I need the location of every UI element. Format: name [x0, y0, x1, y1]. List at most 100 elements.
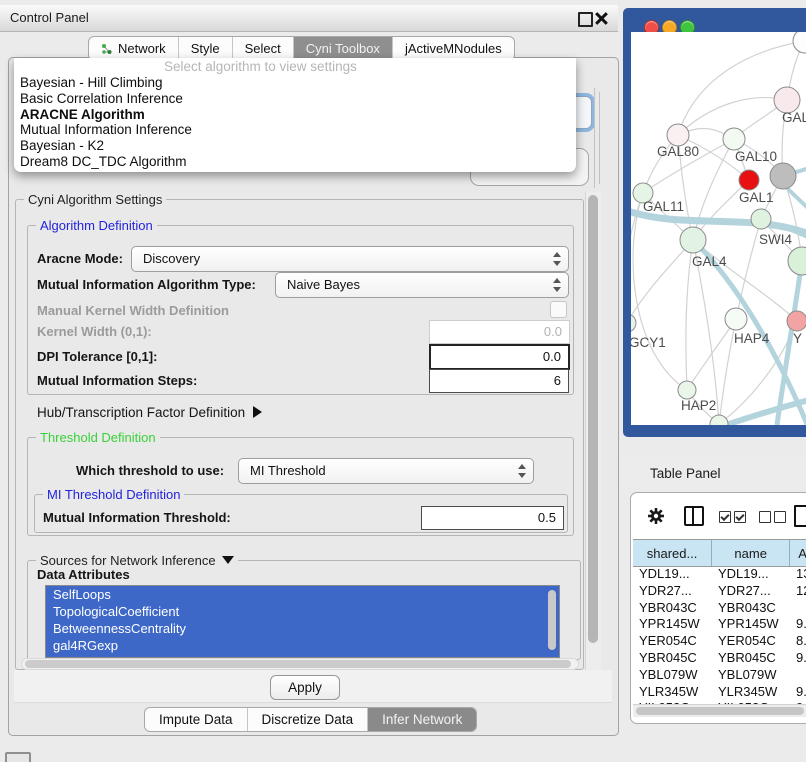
- table-cell[interactable]: YPR145W: [712, 616, 790, 633]
- kernel-width-input[interactable]: 0.0: [429, 320, 570, 344]
- dropdown-item[interactable]: Mutual Information Inference: [14, 122, 576, 138]
- network-view-window[interactable]: GALGAL80GAL10GAL1GAL11SWI4GAL4GCY1HAP4YH…: [623, 8, 806, 437]
- table-cell[interactable]: 9.: [790, 684, 806, 701]
- data-attributes-list[interactable]: SelfLoops TopologicalCoefficient Between…: [45, 585, 560, 658]
- table-row[interactable]: YER054CYER054C8.: [633, 633, 806, 650]
- mi-steps-input[interactable]: 6: [429, 369, 569, 393]
- network-node[interactable]: [788, 247, 806, 275]
- tab-discretize-data[interactable]: Discretize Data: [248, 708, 369, 731]
- column-header-name[interactable]: name: [712, 540, 790, 566]
- column-header-partial[interactable]: A: [790, 540, 806, 566]
- unchecked-box-icon[interactable]: [759, 511, 771, 523]
- table-horizontal-scrollbar[interactable]: [633, 704, 806, 717]
- network-node[interactable]: [787, 311, 806, 331]
- table-cell[interactable]: YBR045C: [633, 650, 712, 667]
- unchecked-box-icon[interactable]: [774, 511, 786, 523]
- table-cell[interactable]: 12: [790, 583, 806, 600]
- mi-type-select[interactable]: Naive Bayes: [275, 272, 569, 298]
- table-cell[interactable]: YLR345W: [633, 684, 712, 701]
- group-border-line: [594, 88, 595, 188]
- table-cell[interactable]: 9.: [790, 616, 806, 633]
- column-header-shared-name[interactable]: shared...: [633, 540, 712, 566]
- split-panel-icon[interactable]: [684, 506, 704, 526]
- settings-horizontal-scrollbar[interactable]: [21, 658, 579, 670]
- table-row[interactable]: YBR043CYBR043C: [633, 600, 806, 617]
- network-node[interactable]: [631, 314, 636, 332]
- network-canvas[interactable]: GALGAL80GAL10GAL1GAL11SWI4GAL4GCY1HAP4YH…: [631, 32, 806, 425]
- table-cell[interactable]: YBL079W: [712, 667, 790, 684]
- table-cell[interactable]: YLR345W: [712, 684, 790, 701]
- close-icon[interactable]: [595, 12, 606, 23]
- tab-cyni-toolbox[interactable]: Cyni Toolbox: [294, 37, 393, 60]
- hub-definition-toggle[interactable]: Hub/Transcription Factor Definition: [37, 405, 262, 420]
- sources-legend[interactable]: Sources for Network Inference: [36, 553, 238, 568]
- mi-threshold-input[interactable]: 0.5: [421, 506, 564, 530]
- tab-network[interactable]: Network: [89, 37, 179, 60]
- network-node[interactable]: [667, 124, 689, 146]
- dropdown-item[interactable]: Bayesian - K2: [14, 138, 576, 154]
- table-row[interactable]: YLR345WYLR345W9.: [633, 684, 806, 701]
- table-cell[interactable]: YPR145W: [633, 616, 712, 633]
- tab-impute-data[interactable]: Impute Data: [145, 708, 248, 731]
- dropdown-item-selected[interactable]: ARACNE Algorithm: [14, 107, 576, 123]
- checked-box-icon[interactable]: [719, 511, 731, 523]
- table-cell[interactable]: YDR27...: [712, 583, 790, 600]
- scrollbar-thumb[interactable]: [588, 195, 598, 643]
- float-window-icon[interactable]: [578, 12, 593, 27]
- tab-style[interactable]: Style: [179, 37, 233, 60]
- table-row[interactable]: YBL079WYBL079W: [633, 667, 806, 684]
- table-cell[interactable]: YBR043C: [633, 600, 712, 617]
- table-cell[interactable]: YDL19...: [633, 566, 712, 583]
- table-cell[interactable]: 9.: [790, 650, 806, 667]
- scrollbar-thumb[interactable]: [25, 660, 571, 668]
- network-node[interactable]: [770, 163, 796, 189]
- table-row[interactable]: YDL19...YDL19...13: [633, 566, 806, 583]
- table-cell[interactable]: YDR27...: [633, 583, 712, 600]
- list-item[interactable]: gal4RGexp: [46, 637, 559, 654]
- table-cell[interactable]: YDL19...: [712, 566, 790, 583]
- page-icon[interactable]: [794, 505, 806, 527]
- list-item[interactable]: SelfLoops: [46, 586, 559, 603]
- table-cell[interactable]: YBL079W: [633, 667, 712, 684]
- manual-kernel-checkbox[interactable]: [550, 301, 567, 318]
- scrollbar-thumb[interactable]: [636, 707, 804, 715]
- table-row[interactable]: YBR045CYBR045C9.: [633, 650, 806, 667]
- network-node[interactable]: [710, 415, 728, 425]
- list-item[interactable]: BetweennessCentrality: [46, 620, 559, 637]
- dpi-tolerance-input[interactable]: 0.0: [429, 344, 570, 370]
- network-node[interactable]: [739, 170, 759, 190]
- table-cell[interactable]: 13: [790, 566, 806, 583]
- network-node[interactable]: [793, 32, 806, 53]
- network-node[interactable]: [680, 227, 706, 253]
- settings-vertical-scrollbar[interactable]: [585, 192, 601, 670]
- network-node[interactable]: [751, 209, 771, 229]
- table-cell[interactable]: YBR043C: [712, 600, 790, 617]
- table-row[interactable]: YDR27...YDR27...12: [633, 583, 806, 600]
- tab-select[interactable]: Select: [233, 37, 294, 60]
- dropdown-item[interactable]: Dream8 DC_TDC Algorithm: [14, 154, 576, 170]
- table-cell[interactable]: [790, 667, 806, 684]
- network-node[interactable]: [723, 128, 745, 150]
- tab-infer-network[interactable]: Infer Network: [368, 708, 476, 731]
- which-threshold-select[interactable]: MI Threshold: [238, 458, 534, 484]
- table-cell[interactable]: 8.: [790, 633, 806, 650]
- table-cell[interactable]: [790, 600, 806, 617]
- table-cell[interactable]: YER054C: [712, 633, 790, 650]
- network-node[interactable]: [725, 308, 747, 330]
- table-cell[interactable]: YER054C: [633, 633, 712, 650]
- apply-button[interactable]: Apply: [270, 675, 340, 700]
- list-item[interactable]: TopologicalCoefficient: [46, 603, 559, 620]
- dropdown-item[interactable]: Bayesian - Hill Climbing: [14, 75, 576, 91]
- table-cell[interactable]: YBR045C: [712, 650, 790, 667]
- tab-jactivemnodules[interactable]: jActiveMNodules: [393, 37, 514, 60]
- network-node[interactable]: [678, 381, 696, 399]
- minimized-panel-icon[interactable]: [5, 752, 31, 762]
- dropdown-item[interactable]: Basic Correlation Inference: [14, 91, 576, 107]
- gear-icon[interactable]: [647, 507, 665, 525]
- table-panel-titlebar: Table Panel: [620, 458, 806, 488]
- list-scrollbar-thumb[interactable]: [548, 590, 556, 650]
- network-icon: [101, 43, 113, 55]
- aracne-mode-select[interactable]: Discovery: [131, 246, 569, 272]
- table-row[interactable]: YPR145WYPR145W9.: [633, 616, 806, 633]
- checked-box-icon[interactable]: [734, 511, 746, 523]
